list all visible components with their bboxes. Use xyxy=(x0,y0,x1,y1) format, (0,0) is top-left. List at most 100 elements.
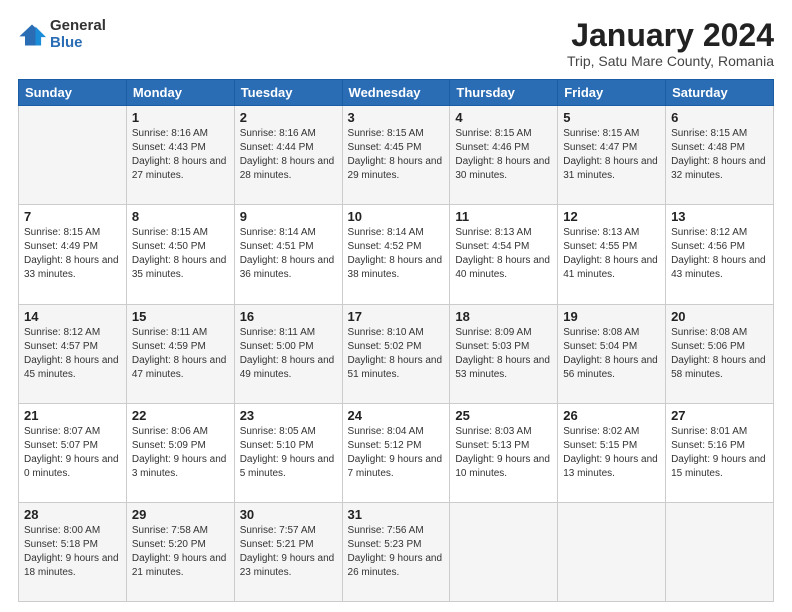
table-row: 17 Sunrise: 8:10 AMSunset: 5:02 PMDayligh… xyxy=(342,304,450,403)
table-row: 23 Sunrise: 8:05 AMSunset: 5:10 PMDayligh… xyxy=(234,403,342,502)
day-number: 10 xyxy=(348,209,445,224)
table-row: 20 Sunrise: 8:08 AMSunset: 5:06 PMDayligh… xyxy=(666,304,774,403)
day-number: 27 xyxy=(671,408,768,423)
day-number: 12 xyxy=(563,209,660,224)
page: General Blue January 2024 Trip, Satu Mar… xyxy=(0,0,792,612)
calendar-week-row: 1 Sunrise: 8:16 AMSunset: 4:43 PMDaylight… xyxy=(19,106,774,205)
table-row: 14Sunrise: 8:12 AMSunset: 4:57 PMDayligh… xyxy=(19,304,127,403)
day-number: 24 xyxy=(348,408,445,423)
day-number: 21 xyxy=(24,408,121,423)
table-row: 15Sunrise: 8:11 AMSunset: 4:59 PMDayligh… xyxy=(126,304,234,403)
day-info: Sunrise: 8:00 AMSunset: 5:18 PMDaylight:… xyxy=(24,524,121,580)
header-friday: Friday xyxy=(558,80,666,106)
day-number: 13 xyxy=(671,209,768,224)
day-info: Sunrise: 8:15 AMSunset: 4:45 PMDaylight:… xyxy=(348,127,445,183)
table-row: 28Sunrise: 8:00 AMSunset: 5:18 PMDayligh… xyxy=(19,502,127,601)
table-row: 25 Sunrise: 8:03 AMSunset: 5:13 PMDayligh… xyxy=(450,403,558,502)
day-number: 30 xyxy=(240,507,337,522)
table-row: 3 Sunrise: 8:15 AMSunset: 4:45 PMDaylight… xyxy=(342,106,450,205)
day-number: 3 xyxy=(348,110,445,125)
day-number: 25 xyxy=(455,408,552,423)
day-number: 29 xyxy=(132,507,229,522)
header: General Blue January 2024 Trip, Satu Mar… xyxy=(18,18,774,69)
day-number: 26 xyxy=(563,408,660,423)
calendar-table: Sunday Monday Tuesday Wednesday Thursday… xyxy=(18,79,774,602)
day-number: 16 xyxy=(240,309,337,324)
day-info: Sunrise: 8:15 AMSunset: 4:48 PMDaylight:… xyxy=(671,127,768,183)
header-thursday: Thursday xyxy=(450,80,558,106)
day-info: Sunrise: 8:08 AMSunset: 5:04 PMDaylight:… xyxy=(563,326,660,382)
day-number: 31 xyxy=(348,507,445,522)
day-number: 7 xyxy=(24,209,121,224)
table-row: 26 Sunrise: 8:02 AMSunset: 5:15 PMDayligh… xyxy=(558,403,666,502)
calendar-week-row: 14Sunrise: 8:12 AMSunset: 4:57 PMDayligh… xyxy=(19,304,774,403)
header-tuesday: Tuesday xyxy=(234,80,342,106)
day-number: 9 xyxy=(240,209,337,224)
day-info: Sunrise: 8:06 AMSunset: 5:09 PMDaylight:… xyxy=(132,425,229,481)
logo: General Blue xyxy=(18,18,106,51)
day-info: Sunrise: 8:13 AMSunset: 4:54 PMDaylight:… xyxy=(455,226,552,282)
table-row: 6 Sunrise: 8:15 AMSunset: 4:48 PMDaylight… xyxy=(666,106,774,205)
day-number: 6 xyxy=(671,110,768,125)
table-row xyxy=(19,106,127,205)
table-row: 31Sunrise: 7:56 AMSunset: 5:23 PMDayligh… xyxy=(342,502,450,601)
table-row: 21 Sunrise: 8:07 AMSunset: 5:07 PMDayligh… xyxy=(19,403,127,502)
header-monday: Monday xyxy=(126,80,234,106)
header-sunday: Sunday xyxy=(19,80,127,106)
table-row: 9Sunrise: 8:14 AMSunset: 4:51 PMDaylight… xyxy=(234,205,342,304)
day-info: Sunrise: 8:09 AMSunset: 5:03 PMDaylight:… xyxy=(455,326,552,382)
day-info: Sunrise: 8:05 AMSunset: 5:10 PMDaylight:… xyxy=(240,425,337,481)
day-info: Sunrise: 7:57 AMSunset: 5:21 PMDaylight:… xyxy=(240,524,337,580)
day-number: 19 xyxy=(563,309,660,324)
table-row xyxy=(666,502,774,601)
table-row: 22Sunrise: 8:06 AMSunset: 5:09 PMDayligh… xyxy=(126,403,234,502)
table-row xyxy=(450,502,558,601)
table-row: 4 Sunrise: 8:15 AMSunset: 4:46 PMDaylight… xyxy=(450,106,558,205)
day-info: Sunrise: 8:07 AMSunset: 5:07 PMDaylight:… xyxy=(24,425,121,481)
logo-general-text: General xyxy=(50,18,106,35)
header-saturday: Saturday xyxy=(666,80,774,106)
title-block: January 2024 Trip, Satu Mare County, Rom… xyxy=(567,18,774,69)
calendar-title: January 2024 xyxy=(567,18,774,53)
day-number: 20 xyxy=(671,309,768,324)
day-number: 15 xyxy=(132,309,229,324)
day-number: 14 xyxy=(24,309,121,324)
table-row: 19 Sunrise: 8:08 AMSunset: 5:04 PMDayligh… xyxy=(558,304,666,403)
day-info: Sunrise: 8:12 AMSunset: 4:56 PMDaylight:… xyxy=(671,226,768,282)
day-number: 23 xyxy=(240,408,337,423)
day-info: Sunrise: 8:15 AMSunset: 4:50 PMDaylight:… xyxy=(132,226,229,282)
table-row: 27 Sunrise: 8:01 AMSunset: 5:16 PMDayligh… xyxy=(666,403,774,502)
day-number: 1 xyxy=(132,110,229,125)
weekday-header-row: Sunday Monday Tuesday Wednesday Thursday… xyxy=(19,80,774,106)
day-info: Sunrise: 8:15 AMSunset: 4:49 PMDaylight:… xyxy=(24,226,121,282)
logo-icon xyxy=(18,21,46,49)
day-info: Sunrise: 8:16 AMSunset: 4:43 PMDaylight:… xyxy=(132,127,229,183)
day-info: Sunrise: 8:03 AMSunset: 5:13 PMDaylight:… xyxy=(455,425,552,481)
day-info: Sunrise: 8:16 AMSunset: 4:44 PMDaylight:… xyxy=(240,127,337,183)
table-row: 13 Sunrise: 8:12 AMSunset: 4:56 PMDayligh… xyxy=(666,205,774,304)
day-info: Sunrise: 8:15 AMSunset: 4:46 PMDaylight:… xyxy=(455,127,552,183)
logo-text: General Blue xyxy=(50,18,106,51)
day-info: Sunrise: 8:02 AMSunset: 5:15 PMDaylight:… xyxy=(563,425,660,481)
table-row: 5 Sunrise: 8:15 AMSunset: 4:47 PMDaylight… xyxy=(558,106,666,205)
day-number: 17 xyxy=(348,309,445,324)
table-row: 11 Sunrise: 8:13 AMSunset: 4:54 PMDayligh… xyxy=(450,205,558,304)
day-info: Sunrise: 8:15 AMSunset: 4:47 PMDaylight:… xyxy=(563,127,660,183)
day-number: 2 xyxy=(240,110,337,125)
day-info: Sunrise: 8:11 AMSunset: 5:00 PMDaylight:… xyxy=(240,326,337,382)
table-row: 24 Sunrise: 8:04 AMSunset: 5:12 PMDayligh… xyxy=(342,403,450,502)
day-number: 5 xyxy=(563,110,660,125)
day-info: Sunrise: 8:08 AMSunset: 5:06 PMDaylight:… xyxy=(671,326,768,382)
day-number: 4 xyxy=(455,110,552,125)
day-number: 8 xyxy=(132,209,229,224)
logo-blue-text: Blue xyxy=(50,35,106,52)
day-info: Sunrise: 8:01 AMSunset: 5:16 PMDaylight:… xyxy=(671,425,768,481)
calendar-week-row: 28Sunrise: 8:00 AMSunset: 5:18 PMDayligh… xyxy=(19,502,774,601)
table-row: 2 Sunrise: 8:16 AMSunset: 4:44 PMDaylight… xyxy=(234,106,342,205)
table-row: 7 Sunrise: 8:15 AMSunset: 4:49 PMDaylight… xyxy=(19,205,127,304)
day-number: 18 xyxy=(455,309,552,324)
table-row: 30 Sunrise: 7:57 AMSunset: 5:21 PMDayligh… xyxy=(234,502,342,601)
day-info: Sunrise: 8:10 AMSunset: 5:02 PMDaylight:… xyxy=(348,326,445,382)
day-number: 11 xyxy=(455,209,552,224)
day-info: Sunrise: 8:04 AMSunset: 5:12 PMDaylight:… xyxy=(348,425,445,481)
